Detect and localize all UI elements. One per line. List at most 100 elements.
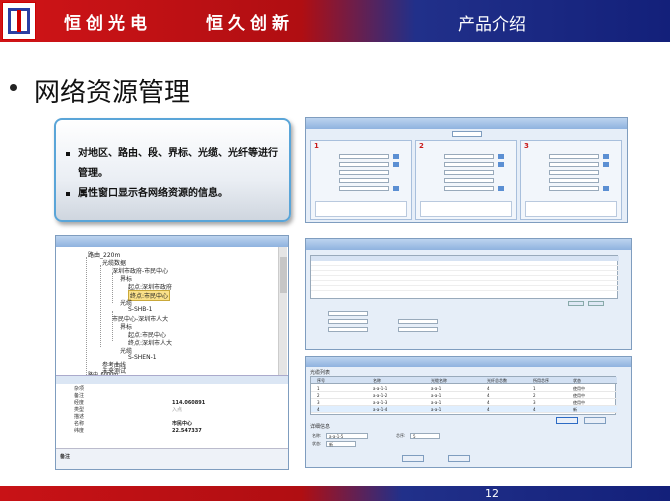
grid-row[interactable] [311, 282, 619, 286]
tree-node-selected[interactable]: 终点:市民中心 [128, 290, 171, 301]
panel-option-box [420, 201, 512, 217]
form-field[interactable] [398, 319, 438, 324]
panel-field[interactable] [339, 162, 389, 167]
order-input[interactable]: 5 [410, 433, 440, 439]
grid-row[interactable] [311, 262, 619, 266]
segment-list-window [305, 238, 632, 350]
panel-number: 2 [419, 142, 424, 150]
property-row[interactable]: 经度 114.060891 [56, 400, 288, 407]
pick-icon[interactable] [498, 186, 504, 191]
tree-scrollbar[interactable] [278, 247, 287, 375]
grid-row[interactable] [311, 277, 619, 281]
panel-field[interactable] [339, 154, 389, 159]
pick-icon[interactable] [603, 186, 609, 191]
window-tab-button[interactable] [452, 131, 482, 137]
property-value: 市民中心 [172, 421, 193, 427]
pick-icon[interactable] [393, 186, 399, 191]
order-label: 芯序: [396, 433, 406, 438]
panel-field[interactable] [444, 170, 494, 175]
grid-header: 序号 名称 光缆名称 光纤总芯数 所用芯序 状态 [311, 377, 617, 384]
panel-field[interactable] [339, 170, 389, 175]
cell: 4 [487, 393, 490, 398]
tree-node[interactable]: 终点:深圳市人大 [128, 338, 172, 347]
pick-icon[interactable] [498, 162, 504, 167]
form-field[interactable] [398, 327, 438, 332]
panel-field[interactable] [549, 162, 599, 167]
property-row[interactable]: 杂项 [56, 386, 288, 393]
cancel-button[interactable] [448, 455, 470, 462]
column-header[interactable]: 名称 [373, 378, 381, 384]
window-titlebar [306, 357, 631, 367]
pick-icon[interactable] [393, 162, 399, 167]
grid-row[interactable] [311, 272, 619, 276]
window-titlebar [56, 236, 288, 247]
fiber-row-selected[interactable]: 4 a-a-1-4 a-a-1 4 4 新 [311, 406, 617, 413]
panel-field[interactable] [339, 178, 389, 183]
panel-field[interactable] [549, 154, 599, 159]
panel-field[interactable] [444, 178, 494, 183]
status-select[interactable]: 新 [326, 441, 356, 447]
feature-list: 对地区、路由、段、界标、光缆、光纤等进行管理。 属性窗口显示各网络资源的信息。 [66, 144, 284, 204]
scrollbar-thumb[interactable] [280, 257, 287, 293]
grid-action-button[interactable] [568, 301, 584, 306]
property-key: 杂项 [74, 386, 85, 392]
panel-field[interactable] [444, 154, 494, 159]
panel-option-box [315, 201, 407, 217]
column-header[interactable]: 光缆名称 [431, 378, 447, 384]
title-bullet-icon [10, 84, 17, 91]
pick-icon[interactable] [603, 162, 609, 167]
fiber-row[interactable]: 1 a-a-1-1 a-a-1 4 1 使用中 [311, 385, 617, 392]
tree-node[interactable]: S-SHB-1 [128, 306, 152, 313]
section-title: 产品介绍 [458, 15, 526, 35]
column-header[interactable]: 状态 [573, 378, 581, 384]
property-row[interactable]: 类型 入点 [56, 407, 288, 414]
route-tree-window: 路由_220m 光缆数据 深圳市政府-市民中心 界标 起点:深圳市政府 终点:市… [55, 235, 289, 470]
grid-action-button[interactable] [588, 301, 604, 306]
panel-number: 3 [524, 142, 529, 150]
fiber-row[interactable]: 3 a-a-1-3 a-a-1 4 3 使用中 [311, 399, 617, 406]
tree-guide [86, 257, 87, 375]
property-row[interactable]: 名称 市民中心 [56, 421, 288, 428]
property-note-area: 备注 [56, 448, 288, 469]
property-row[interactable]: 描述 [56, 414, 288, 421]
panel-field[interactable] [339, 186, 389, 191]
fiber-action-button[interactable] [584, 417, 606, 424]
tree-guide [112, 273, 113, 303]
pick-icon[interactable] [393, 154, 399, 159]
tree-node[interactable]: S-SHEN-1 [128, 354, 157, 361]
panel-field[interactable] [444, 162, 494, 167]
property-row[interactable]: 纬度 22.547337 [56, 428, 288, 435]
pick-icon[interactable] [603, 154, 609, 159]
column-header[interactable]: 所用芯序 [533, 378, 549, 384]
segment-detail-window: 1 2 3 [305, 117, 628, 223]
panel-field[interactable] [549, 186, 599, 191]
footer-bar: 12 [0, 486, 670, 501]
property-row[interactable]: 备注 [56, 393, 288, 400]
page-title: 网络资源管理 [34, 78, 191, 108]
column-header[interactable]: 光纤总芯数 [487, 378, 507, 384]
status-field-row: 状态: 新 [312, 441, 372, 447]
panel-field[interactable] [549, 178, 599, 183]
cell: a-a-1-2 [373, 393, 388, 398]
fiber-row[interactable]: 2 a-a-1-2 a-a-1 4 2 使用中 [311, 392, 617, 399]
property-grid: 杂项 备注 经度 114.060891 类型 入点 描述 名称 市民中心 纬度 22.5… [56, 384, 288, 446]
form-field[interactable] [328, 311, 368, 316]
name-input[interactable]: a-a-1-5 [326, 433, 368, 439]
resource-tree: 路由_220m 光缆数据 深圳市政府-市民中心 界标 起点:深圳市政府 终点:市… [56, 247, 278, 378]
pick-icon[interactable] [498, 154, 504, 159]
panel-option-box [525, 201, 617, 217]
grid-row[interactable] [311, 287, 619, 291]
company-logo [2, 2, 36, 40]
grid-row[interactable] [311, 267, 619, 271]
form-field[interactable] [328, 327, 368, 332]
column-header[interactable]: 序号 [317, 378, 325, 384]
fiber-select-button[interactable] [556, 417, 578, 424]
form-field[interactable] [328, 319, 368, 324]
panel-field[interactable] [549, 170, 599, 175]
name-field-row: 名称: a-a-1-5 [312, 433, 372, 439]
cell: 4 [487, 400, 490, 405]
save-button[interactable] [402, 455, 424, 462]
panel-field[interactable] [444, 186, 494, 191]
grid-header [311, 256, 619, 261]
cell: 4 [317, 407, 320, 412]
